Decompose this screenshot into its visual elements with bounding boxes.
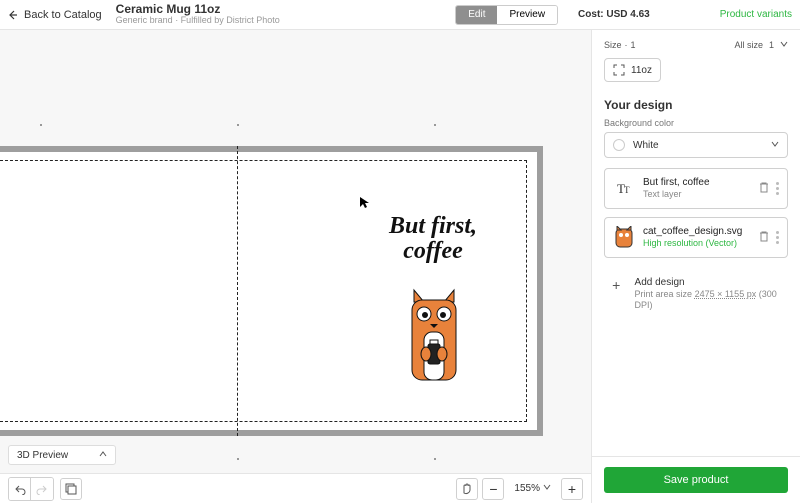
size-count: 1: [631, 40, 636, 50]
chevron-down-icon: [771, 140, 779, 151]
color-swatch-white: [613, 139, 625, 151]
3d-preview-toggle[interactable]: 3D Preview: [8, 445, 116, 465]
product-variants-link[interactable]: Product variants: [720, 9, 792, 20]
preview-tab[interactable]: Preview: [497, 6, 557, 24]
redo-button[interactable]: [31, 478, 53, 500]
delete-layer-button[interactable]: [758, 230, 770, 245]
undo-icon: [14, 483, 26, 495]
back-label: Back to Catalog: [24, 9, 102, 21]
arrow-left-icon: [8, 10, 18, 20]
trash-icon: [758, 181, 770, 193]
undo-button[interactable]: [9, 478, 31, 500]
center-guide: [237, 146, 238, 436]
layers-icon: [64, 482, 78, 496]
add-design-button[interactable]: + Add design Print area size 2475 × 1155…: [604, 266, 788, 322]
size-chip-label: 11oz: [631, 65, 652, 76]
plus-icon: +: [608, 276, 625, 294]
zoom-out-button[interactable]: −: [482, 478, 504, 500]
cursor-icon: [360, 197, 370, 209]
design-text-line2: coffee: [403, 238, 463, 264]
drag-handle[interactable]: [776, 182, 779, 195]
delete-layer-button[interactable]: [758, 181, 770, 196]
layer-sub: Text layer: [643, 189, 750, 200]
zoom-value: 155%: [514, 483, 540, 494]
cat-thumb-icon: [613, 226, 635, 248]
zoom-level[interactable]: 155%: [508, 478, 557, 500]
size-label: Size: [604, 40, 622, 50]
edit-tab[interactable]: Edit: [456, 6, 497, 24]
save-product-button[interactable]: Save product: [604, 467, 788, 493]
plus-icon: +: [568, 481, 576, 497]
bg-color-label: Background color: [592, 118, 800, 132]
canvas-toolbar: − 155% +: [0, 473, 591, 503]
product-title-block: Ceramic Mug 11oz Generic brand · Fulfill…: [116, 3, 280, 26]
product-subtitle: Generic brand · Fulfilled by District Ph…: [116, 16, 280, 26]
zoom-in-button[interactable]: +: [561, 478, 583, 500]
your-design-heading: Your design: [592, 94, 800, 118]
layer-name: cat_coffee_design.svg: [643, 226, 750, 238]
expand-icon: [613, 64, 625, 76]
layer-text[interactable]: TT But first, coffee Text layer: [604, 168, 788, 209]
cat-design-image[interactable]: [406, 288, 462, 382]
all-size-count: 1: [769, 40, 774, 50]
edit-preview-toggle: Edit Preview: [455, 5, 558, 25]
right-panel: Size · 1 All size 1 11oz Your design Bac…: [591, 30, 800, 503]
design-text[interactable]: But first, coffee: [378, 214, 488, 264]
cost-label: Cost: USD 4.63: [578, 9, 650, 20]
redo-icon: [36, 483, 48, 495]
chevron-down-icon: [780, 40, 788, 50]
trash-icon: [758, 230, 770, 242]
layer-image[interactable]: cat_coffee_design.svg High resolution (V…: [604, 217, 788, 258]
text-icon: TT: [613, 177, 635, 199]
pan-tool[interactable]: [456, 478, 478, 500]
bg-color-select[interactable]: White: [604, 132, 788, 158]
drag-handle[interactable]: [776, 231, 779, 244]
svg-text:T: T: [624, 185, 630, 195]
bg-color-value: White: [633, 140, 659, 151]
add-design-sub: Print area size 2475 × 1155 px (300 DPI): [635, 289, 784, 312]
size-chip-11oz[interactable]: 11oz: [604, 58, 661, 82]
minus-icon: −: [489, 481, 497, 497]
hand-icon: [461, 483, 473, 495]
chevron-up-icon: [99, 450, 107, 461]
layers-button[interactable]: [60, 478, 82, 500]
design-canvas[interactable]: But first, coffee 3D Preview: [0, 30, 591, 503]
all-size-dropdown[interactable]: All size 1: [734, 40, 788, 50]
chevron-down-icon: [543, 483, 551, 494]
add-design-label: Add design: [635, 276, 784, 289]
layer-name: But first, coffee: [643, 177, 750, 189]
all-size-label: All size: [734, 40, 763, 50]
3d-preview-label: 3D Preview: [17, 450, 68, 461]
design-text-line1: But first,: [389, 213, 477, 239]
layer-sub: High resolution (Vector): [643, 238, 750, 249]
back-to-catalog[interactable]: Back to Catalog: [8, 9, 102, 21]
